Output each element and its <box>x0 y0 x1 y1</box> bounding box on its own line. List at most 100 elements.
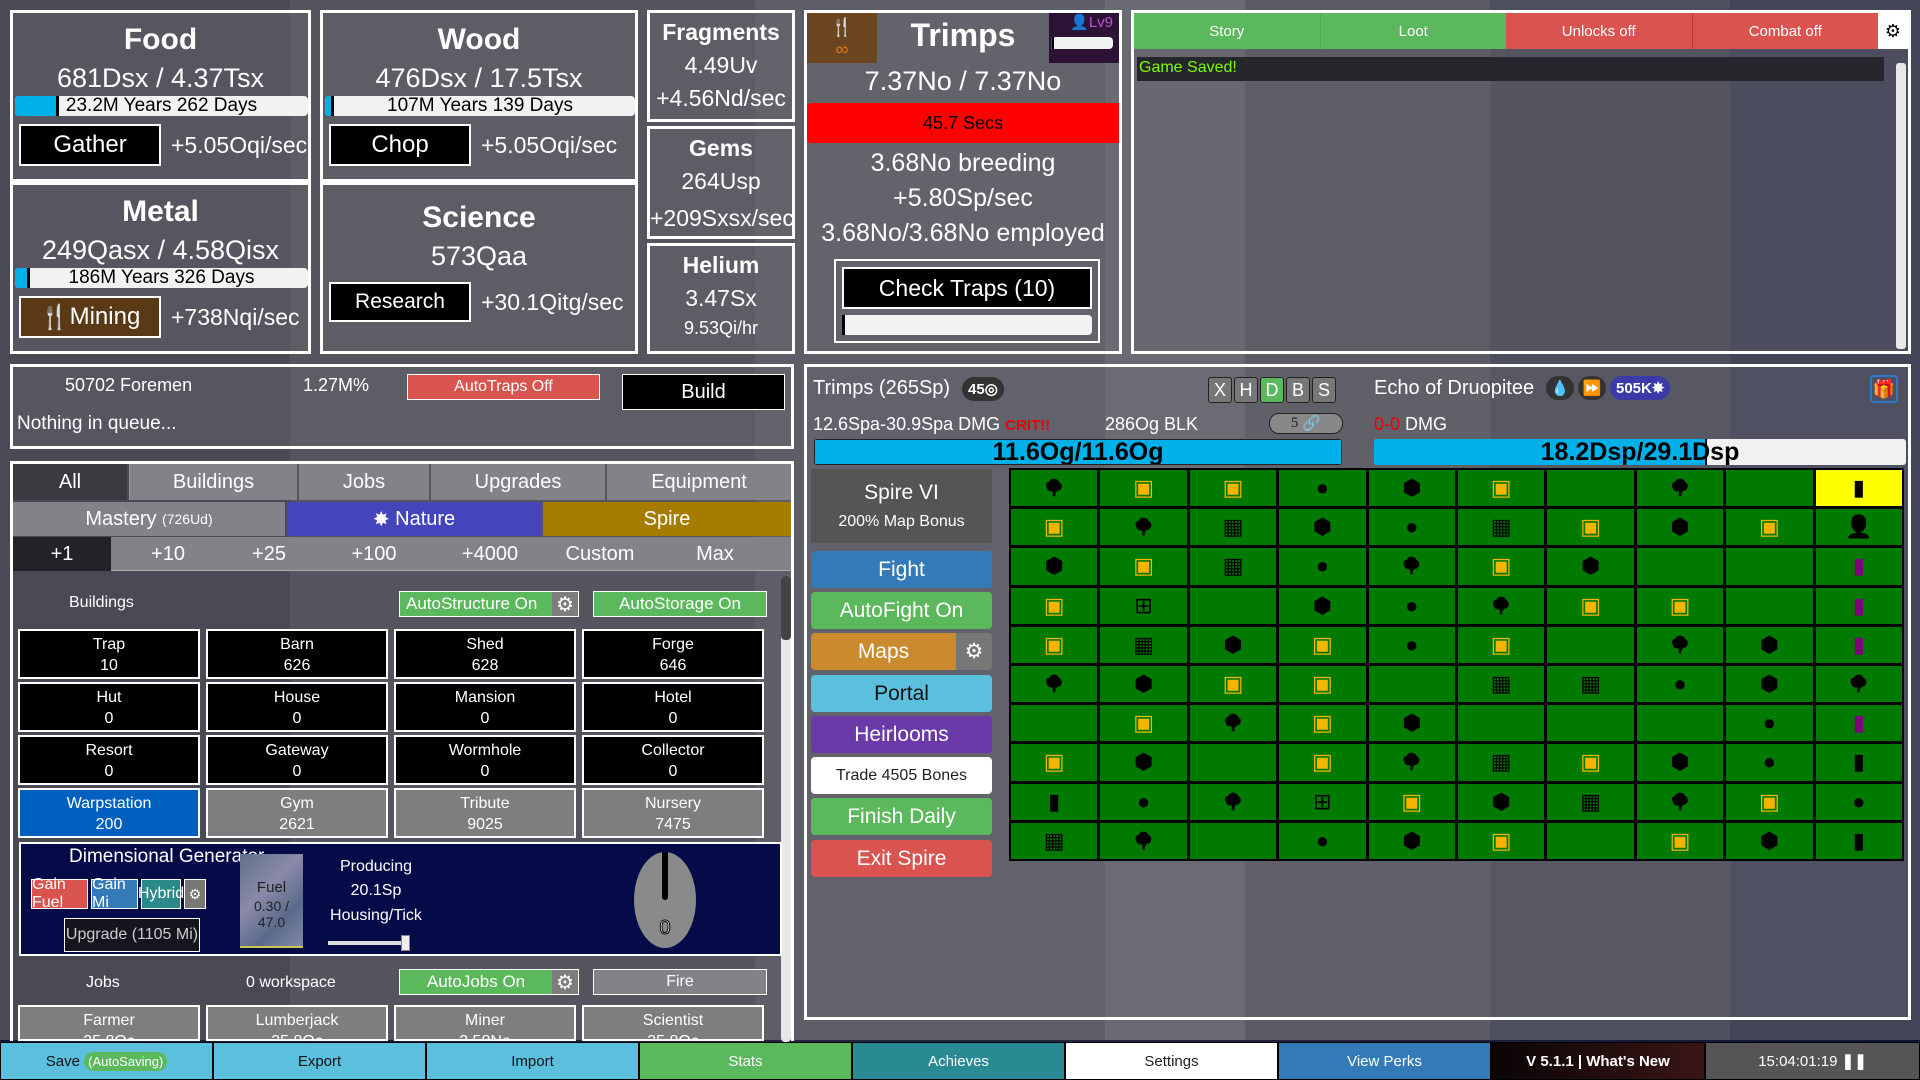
building-collector[interactable]: Collector 0 <box>582 735 764 785</box>
autotraps-button[interactable]: AutoTraps Off <box>407 374 600 400</box>
autostorage-button[interactable]: AutoStorage On <box>593 591 767 617</box>
building-resort[interactable]: Resort 0 <box>18 735 200 785</box>
achieves-button[interactable]: Achieves <box>852 1042 1065 1080</box>
tabs-scrollbar[interactable] <box>781 576 791 1042</box>
gift-icon[interactable]: 🎁 <box>1870 375 1898 403</box>
maps-button[interactable]: Maps ⚙ <box>811 633 992 670</box>
formation-x[interactable]: X <box>1208 377 1232 403</box>
gather-button[interactable]: Gather <box>19 124 161 166</box>
stats-button[interactable]: Stats <box>639 1042 852 1080</box>
amount-custom[interactable]: Custom <box>547 537 653 571</box>
view-perks-button[interactable]: View Perks <box>1278 1042 1491 1080</box>
autofight-button[interactable]: AutoFight On <box>811 592 992 629</box>
metal-value: 249Qasx / 4.58Qisx <box>41 235 280 265</box>
filter-loot[interactable]: Loot <box>1320 13 1506 49</box>
log-message: Game Saved! <box>1137 57 1884 81</box>
amount-plus25[interactable]: +25 <box>225 537 313 571</box>
job-miner[interactable]: Miner 3.58No <box>394 1005 576 1041</box>
building-gateway[interactable]: Gateway 0 <box>206 735 388 785</box>
building-barn[interactable]: Barn 626 <box>206 629 388 679</box>
generator-upgrade-button[interactable]: Upgrade (1105 Mi) <box>64 918 200 952</box>
tree-icon: 🌳 <box>1401 754 1422 772</box>
building-forge[interactable]: Forge 646 <box>582 629 764 679</box>
grid-cell: ▣ <box>1011 626 1098 663</box>
autosaving-badge[interactable]: (AutoSaving) <box>84 1051 168 1071</box>
heirlooms-button[interactable]: Heirlooms <box>811 716 992 753</box>
building-nursery[interactable]: Nursery 7475 <box>582 788 764 838</box>
version-button[interactable]: V 5.1.1 | What's New <box>1491 1042 1705 1080</box>
cubes-icon: ⬢ <box>1402 475 1422 501</box>
trade-bones-button[interactable]: Trade 4505 Bones <box>811 757 992 794</box>
building-house[interactable]: House 0 <box>206 682 388 732</box>
filter-story[interactable]: Story <box>1134 13 1321 49</box>
amount-plus100[interactable]: +100 <box>315 537 433 571</box>
generator-slider-handle[interactable] <box>401 935 410 951</box>
tab-spire[interactable]: Spire <box>543 502 791 536</box>
grid-cell <box>1368 666 1455 703</box>
autostructure-button[interactable]: AutoStructure On ⚙ <box>399 591 579 617</box>
scroll-thumb[interactable] <box>781 576 791 640</box>
formation-h[interactable]: H <box>1234 377 1258 403</box>
gain-fuel-button[interactable]: Gain Fuel <box>31 876 88 911</box>
import-button[interactable]: Import <box>426 1042 639 1080</box>
log-settings-gear-icon[interactable]: ⚙ <box>1878 13 1908 49</box>
formation-s[interactable]: S <box>1312 377 1336 403</box>
tab-jobs[interactable]: Jobs <box>299 464 429 500</box>
tab-equipment[interactable]: Equipment <box>607 464 791 500</box>
generator-gear-icon[interactable]: ⚙ <box>184 879 206 909</box>
fight-button[interactable]: Fight <box>811 551 992 588</box>
tab-upgrades[interactable]: Upgrades <box>431 464 605 500</box>
job-scientist[interactable]: Scientist 35.8Oc <box>582 1005 764 1041</box>
check-traps-button[interactable]: Check Traps (10) <box>842 267 1092 309</box>
building-mansion[interactable]: Mansion 0 <box>394 682 576 732</box>
building-wormhole[interactable]: Wormhole 0 <box>394 735 576 785</box>
maps-gear-icon[interactable]: ⚙ <box>956 633 992 670</box>
tab-mastery[interactable]: Mastery (726Ud) <box>13 502 285 536</box>
building-shed[interactable]: Shed 628 <box>394 629 576 679</box>
building-hut[interactable]: Hut 0 <box>18 682 200 732</box>
cubes-icon: ⬢ <box>1670 514 1690 540</box>
building-gym[interactable]: Gym 2621 <box>206 788 388 838</box>
building-hotel[interactable]: Hotel 0 <box>582 682 764 732</box>
generator-slider-track[interactable] <box>328 941 408 945</box>
purple-book-icon: ▮ <box>1852 553 1865 579</box>
formation-d[interactable]: D <box>1260 377 1284 403</box>
finish-daily-button[interactable]: Finish Daily <box>811 798 992 835</box>
job-lumberjack[interactable]: Lumberjack 35.8Oc <box>206 1005 388 1041</box>
settings-button[interactable]: Settings <box>1065 1042 1278 1080</box>
hybrid-button[interactable]: Hybrid <box>138 879 184 909</box>
gain-mi-button[interactable]: Gain Mi <box>91 876 138 911</box>
building-trap[interactable]: Trap 10 <box>18 629 200 679</box>
export-button[interactable]: Export <box>213 1042 426 1080</box>
building-tribute[interactable]: Tribute 9025 <box>394 788 576 838</box>
filter-combat[interactable]: Combat off <box>1692 13 1878 49</box>
pause-icon[interactable]: ❚❚ <box>1842 1052 1867 1070</box>
autojobs-button[interactable]: AutoJobs On ⚙ <box>399 969 579 995</box>
amount-plus4000[interactable]: +4000 <box>435 537 545 571</box>
world-grid: 🌳 ▣ ▣ ● ⬢ ▣ 🌳 ▮ ▣ 🌳 ▦ ⬢ ● ▦ ▣ ⬢ ▣ 👤 ⬢ ▣ ▦ ● 🌳 ▣ ⬢ ▮ ▣ ⊞ ⬢ ● 🌳 ▣ ▣ ▮ ▣ ▦ ⬢ ▣ ● ▣… <box>1009 468 1904 861</box>
grid-cell: ▣ <box>1011 587 1098 624</box>
level-badge[interactable]: 👤Lv9 <box>1049 13 1119 63</box>
build-button[interactable]: Build <box>622 374 785 410</box>
mining-button[interactable]: 🍴 Mining <box>19 296 161 338</box>
research-button[interactable]: Research <box>329 282 471 322</box>
fragments-title: Fragments <box>662 19 780 45</box>
filter-unlocks[interactable]: Unlocks off <box>1506 13 1693 49</box>
tab-all[interactable]: All <box>13 464 127 500</box>
amount-max[interactable]: Max <box>655 537 775 571</box>
job-farmer[interactable]: Farmer 35.8Oc <box>18 1005 200 1041</box>
portal-button[interactable]: Portal <box>811 675 992 712</box>
log-scrollbar[interactable] <box>1896 63 1906 349</box>
amount-plus1[interactable]: +1 <box>13 537 111 571</box>
save-button[interactable]: Save (AutoSaving) <box>0 1042 213 1080</box>
autojobs-gear-icon[interactable]: ⚙ <box>552 970 578 994</box>
chop-button[interactable]: Chop <box>329 124 471 166</box>
autostructure-gear-icon[interactable]: ⚙ <box>552 592 578 616</box>
building-warpstation[interactable]: Warpstation 200 <box>18 788 200 838</box>
tab-buildings[interactable]: Buildings <box>129 464 297 500</box>
fire-button[interactable]: Fire <box>593 969 767 995</box>
amount-plus10[interactable]: +10 <box>113 537 223 571</box>
exit-spire-button[interactable]: Exit Spire <box>811 840 992 877</box>
tab-nature[interactable]: ✸ Nature <box>287 502 541 536</box>
formation-b[interactable]: B <box>1286 377 1310 403</box>
